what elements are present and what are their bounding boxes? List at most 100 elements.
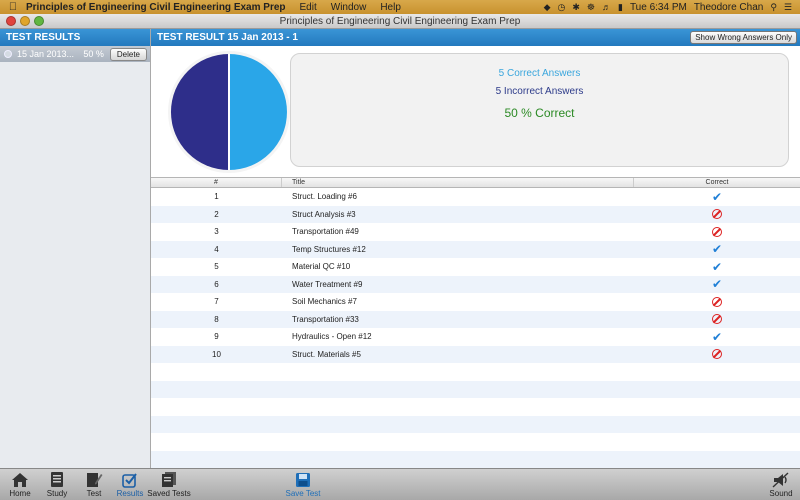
table-body: 1 Struct. Loading #6 ✔ 2 Struct Analysis #3 3… [151,188,800,468]
row-number: 7 [214,297,219,307]
checkmark-icon: ✔ [711,259,723,274]
battery-icon[interactable]: ▮ [618,2,623,12]
score-pie-chart [168,51,290,173]
save-test-label: Save Test [285,489,321,498]
prohibited-icon [712,314,722,325]
test-label: Test [86,489,102,498]
row-title: Transportation #33 [292,314,359,324]
tray-shield-icon[interactable]: ◆ [544,2,551,12]
apple-icon[interactable]:  [0,1,26,13]
empty-table-row [151,380,800,398]
save-test-button[interactable]: Save Test [284,471,322,498]
results-table: # Title Correct 1 Struct. Loading #6 ✔ 2 Str… [151,177,800,468]
home-button[interactable]: Home [6,471,34,498]
sound-label: Sound [769,489,793,498]
notebook-icon [43,471,71,488]
row-correct-status: ✔ [634,278,800,290]
result-percent: 50 % [83,49,104,59]
show-wrong-answers-button[interactable]: Show Wrong Answers Only [690,31,797,44]
row-correct-status: ✔ [634,243,800,255]
bluetooth-icon[interactable]: ✱ [572,2,580,12]
study-label: Study [46,489,68,498]
column-header-correct[interactable]: Correct [634,178,800,187]
row-title: Transportation #49 [292,227,359,237]
menu-user[interactable]: Theodore Chan [694,2,764,13]
checkmark-icon: ✔ [711,277,723,292]
table-row[interactable]: 4 Temp Structures #12 ✔ [151,240,800,258]
table-row[interactable]: 8 Transportation #33 [151,310,800,328]
table-row[interactable]: 1 Struct. Loading #6 ✔ [151,188,800,206]
row-number: 5 [214,262,219,272]
empty-table-row [151,433,800,451]
result-title: TEST RESULT 15 Jan 2013 - 1 [157,32,298,43]
bottom-toolbar: Home Study Test Results Saved Tests Save… [0,468,800,500]
row-number: 4 [214,244,219,254]
checkmark-icon: ✔ [711,189,723,204]
status-tray: ◆ ◷ ✱ ☸ ♬ ▮ Tue 6:34 PM Theodore Chan ⚲ … [544,2,800,13]
pencil-icon [80,471,108,488]
sidebar: TEST RESULTS 15 Jan 2013... 50 % Delete [0,29,151,468]
row-number: 3 [214,227,219,237]
row-number: 2 [214,209,219,219]
menu-help[interactable]: Help [380,2,401,13]
table-row[interactable]: 2 Struct Analysis #3 [151,205,800,223]
menu-clock[interactable]: Tue 6:34 PM [630,2,687,13]
row-title: Hydraulics - Open #12 [292,332,372,342]
delete-button[interactable]: Delete [109,47,147,61]
prohibited-icon [712,349,722,360]
column-header-number[interactable]: # [151,178,282,187]
correct-count: 5 Correct Answers [498,68,581,79]
house-icon [6,471,34,488]
row-correct-status [634,296,800,307]
window-controls [6,16,44,26]
saved-tests-button[interactable]: Saved Tests [147,471,191,498]
summary-section: 5 Correct Answers 5 Incorrect Answers 50… [151,46,800,177]
minimize-window-button[interactable] [20,16,30,26]
table-row[interactable]: 3 Transportation #49 [151,223,800,241]
spotlight-icon[interactable]: ⚲ [770,2,777,12]
table-row[interactable]: 6 Water Treatment #9 ✔ [151,275,800,293]
checkmark-icon: ✔ [711,242,723,257]
table-row[interactable]: 7 Soil Mechanics #7 [151,293,800,311]
table-row[interactable]: 10 Struct. Materials #5 [151,345,800,363]
row-title: Water Treatment #9 [292,279,363,289]
row-correct-status [634,349,800,360]
row-correct-status: ✔ [634,331,800,343]
row-correct-status: ✔ [634,191,800,203]
row-correct-status: ✔ [634,261,800,273]
zoom-window-button[interactable] [34,16,44,26]
row-number: 6 [214,279,219,289]
close-window-button[interactable] [6,16,16,26]
empty-table-row [151,363,800,381]
row-title: Struct. Materials #5 [292,349,361,359]
menu-edit[interactable]: Edit [300,2,317,13]
result-date: 15 Jan 2013... [17,49,75,59]
table-row[interactable]: 9 Hydraulics - Open #12 ✔ [151,328,800,346]
window-title: Principles of Engineering Civil Engineer… [279,15,521,27]
empty-table-row [151,415,800,433]
menu-app-name[interactable]: Principles of Engineering Civil Engineer… [26,2,286,13]
checkbox-icon [114,471,146,488]
test-button[interactable]: Test [80,471,108,498]
results-button[interactable]: Results [114,471,146,498]
table-row[interactable]: 5 Material QC #10 ✔ [151,258,800,276]
volume-icon[interactable]: ♬ [602,2,611,12]
speaker-icon [766,471,796,488]
saved-tests-label: Saved Tests [147,489,191,498]
result-header: TEST RESULT 15 Jan 2013 - 1 Show Wrong A… [151,29,800,46]
study-button[interactable]: Study [43,471,71,498]
menu-window[interactable]: Window [331,2,367,13]
sound-button[interactable]: Sound [766,471,796,498]
column-header-title[interactable]: Title [282,178,634,187]
row-title: Temp Structures #12 [292,244,366,254]
row-number: 9 [214,332,219,342]
percent-correct: 50 % Correct [504,106,575,120]
row-number: 1 [214,192,219,202]
tray-time-machine-icon[interactable]: ◷ [558,2,566,12]
empty-table-row [151,398,800,416]
row-correct-status [634,209,800,220]
wifi-icon[interactable]: ☸ [587,2,595,12]
notification-center-icon[interactable]: ☰ [784,2,792,12]
row-title: Struct. Loading #6 [292,192,357,202]
result-list-item[interactable]: 15 Jan 2013... 50 % Delete [0,46,150,62]
